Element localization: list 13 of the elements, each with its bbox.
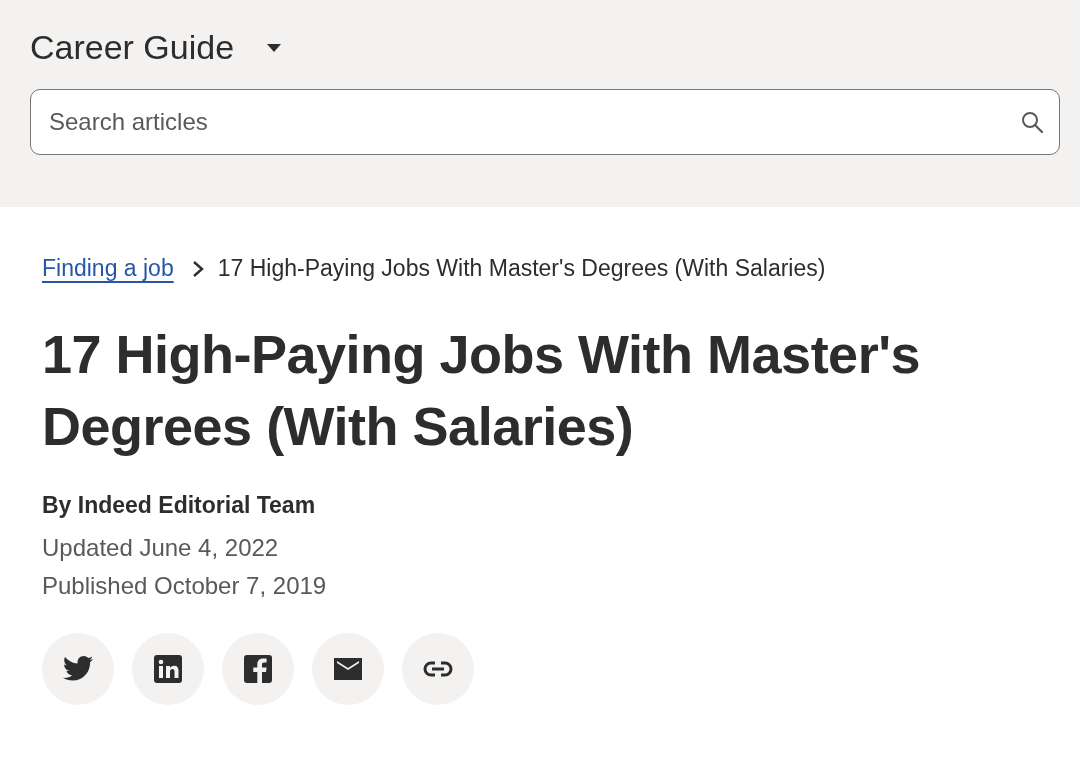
published-date: Published October 7, 2019: [42, 571, 328, 601]
updated-date: Updated June 4, 2022: [42, 533, 280, 563]
search-icon: [1020, 110, 1044, 134]
search-field[interactable]: Search articles: [30, 89, 1060, 155]
career-guide-menu[interactable]: Career Guide: [30, 28, 283, 67]
breadcrumb-current: 17 High-Paying Jobs With Master's Degrees (With Salaries): [217, 255, 826, 282]
breadcrumb-link[interactable]: Finding a job: [42, 255, 174, 282]
facebook-icon: [241, 652, 275, 686]
author-byline: By Indeed Editorial Team: [42, 492, 317, 519]
article-title: 17 High-Paying Jobs With Master's Degrees (With Salaries): [42, 323, 922, 458]
caret-icon: [266, 42, 283, 53]
chevron-icon: [191, 259, 204, 278]
linkedin-icon: [151, 652, 185, 686]
